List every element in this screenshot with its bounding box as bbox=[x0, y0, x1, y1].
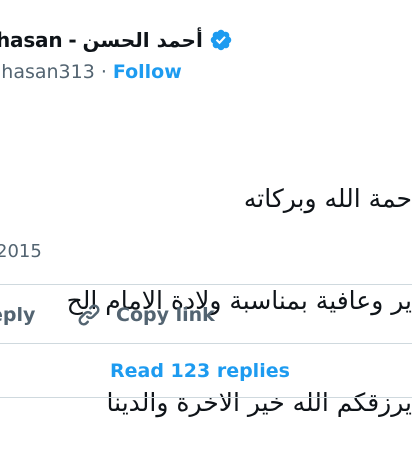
verified-badge-icon bbox=[209, 28, 233, 52]
author-meta-row: lhasan313 · Follow bbox=[0, 59, 182, 85]
divider bbox=[0, 343, 412, 344]
link-icon bbox=[74, 300, 104, 330]
author-name-row: hasan - أحمد الحسن bbox=[0, 26, 233, 54]
copy-link-label: Copy link bbox=[116, 304, 215, 326]
author-username[interactable]: lhasan313 bbox=[0, 61, 95, 83]
reply-label: eply bbox=[0, 304, 36, 326]
author-handle-fragment[interactable]: hasan bbox=[0, 28, 63, 52]
follow-button[interactable]: Follow bbox=[113, 61, 182, 83]
tweet-date[interactable]: 2015 bbox=[0, 241, 42, 262]
tweet-text-line: يرزقكم الله خير الاخرة والدينا bbox=[106, 388, 412, 417]
copy-link-button[interactable]: Copy link bbox=[74, 300, 215, 330]
divider bbox=[0, 397, 412, 398]
reply-button[interactable]: eply bbox=[0, 300, 35, 330]
read-replies-button[interactable]: Read 123 replies bbox=[110, 356, 290, 386]
divider bbox=[0, 284, 412, 285]
name-separator: - bbox=[68, 28, 77, 52]
meta-dot: · bbox=[100, 61, 107, 83]
tweet-text-line: حمة الله وبركاته bbox=[243, 184, 412, 213]
author-display-name[interactable]: أحمد الحسن bbox=[82, 28, 202, 52]
